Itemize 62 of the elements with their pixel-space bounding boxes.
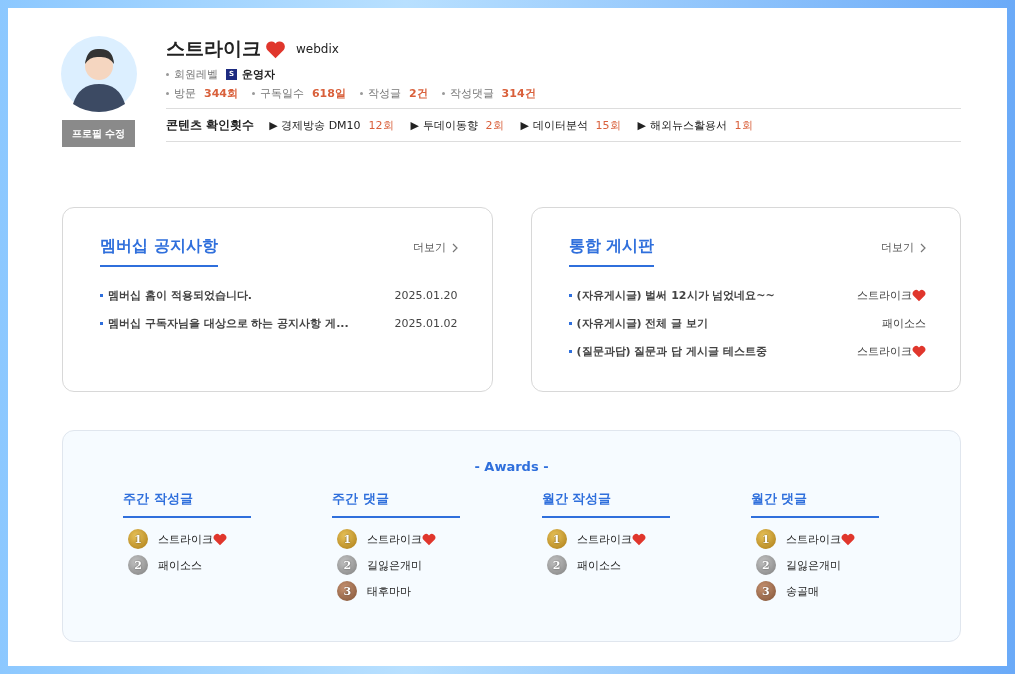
content-count: 15회: [595, 117, 621, 133]
post-meta: 2025.01.20: [394, 288, 458, 302]
stat-label: 구독일수: [251, 85, 304, 101]
post-meta: 패이소스: [882, 315, 926, 331]
contents-label: 콘텐츠 확인횟수: [166, 116, 255, 134]
post-link[interactable]: (질문과답) 질문과 답 게시글 테스트중: [568, 343, 767, 359]
post-link[interactable]: 멤버십 홈이 적용되었습니다.: [100, 287, 252, 303]
medal-icon: 1: [128, 529, 148, 549]
post-link[interactable]: 멤버십 구독자님을 대상으로 하는 공지사항 게...: [100, 315, 349, 331]
post-link[interactable]: (자유게시글) 벌써 12시가 넘었네요~~: [568, 287, 775, 303]
level-name: 운영자: [242, 66, 275, 82]
winner-name: 길잃은개미: [785, 557, 841, 573]
content-name: ▶ 해외뉴스활용서: [637, 117, 727, 133]
stat-label: 작성글: [359, 85, 401, 101]
more-link[interactable]: 더보기: [881, 240, 926, 263]
award-category: 주간 댓글: [332, 490, 461, 518]
medal-icon: 3: [755, 581, 776, 601]
winner-name: 스트라이크: [367, 531, 423, 547]
winner-name: 패이소스: [576, 557, 621, 573]
stat-value: 618일: [311, 85, 346, 101]
medal-icon: 1: [546, 529, 567, 549]
board-title: 통합 게시판: [568, 236, 655, 267]
chevron-right-icon: [920, 242, 926, 253]
medal-icon: 2: [755, 555, 776, 575]
content-count: 2회: [485, 117, 504, 133]
user-id: webdix: [296, 42, 339, 56]
winner-name: 스트라이크: [576, 531, 632, 547]
medal-icon: 3: [337, 581, 358, 601]
content-name: ▶ 투데이동향: [410, 117, 478, 133]
content-count: 12회: [368, 117, 394, 133]
content-name: ▶ 데이터분석: [520, 117, 588, 133]
medal-icon: 1: [755, 529, 776, 549]
medal-icon: 2: [546, 555, 567, 575]
stat-value: 344회: [204, 85, 238, 101]
post-meta: 스트라이크: [857, 343, 912, 359]
post-link[interactable]: (자유게시글) 전체 글 보기: [568, 315, 709, 331]
winner-name: 송골매: [785, 583, 819, 599]
level-label: 회원레벨: [166, 66, 218, 82]
winner-name: 길잃은개미: [367, 557, 423, 573]
stat-label: 방문: [166, 85, 196, 101]
more-link[interactable]: 더보기: [412, 240, 458, 263]
award-category: 주간 작성글: [123, 490, 251, 518]
stat-value: 314건: [501, 85, 536, 101]
user-name: 스트라이크: [166, 36, 261, 61]
post-meta: 2025.01.02: [394, 316, 458, 330]
winner-name: 태후마마: [367, 583, 412, 599]
awards-title: - Awards -: [473, 459, 550, 474]
award-category: 월간 댓글: [750, 490, 879, 518]
winner-name: 패이소스: [158, 557, 202, 573]
winner-name: 스트라이크: [158, 531, 213, 547]
board-title: 멤버십 공지사항: [100, 236, 218, 267]
content-name: ▶ 경제방송 DM10: [269, 117, 361, 133]
winner-name: 스트라이크: [785, 531, 841, 547]
medal-icon: 2: [128, 555, 148, 575]
medal-icon: 1: [337, 529, 358, 549]
content-count: 1회: [734, 117, 753, 133]
stat-label: 작성댓글: [441, 85, 494, 101]
medal-icon: 2: [337, 555, 358, 575]
chevron-right-icon: [451, 242, 458, 253]
stat-value: 2건: [408, 85, 428, 101]
award-category: 월간 작성글: [541, 490, 670, 518]
post-meta: 스트라이크: [857, 287, 912, 303]
